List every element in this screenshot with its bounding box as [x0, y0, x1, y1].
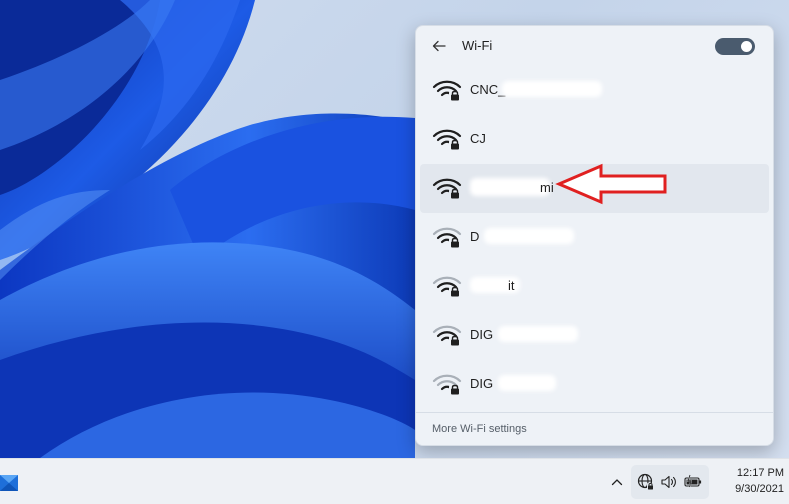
- speaker-volume-icon: [661, 475, 676, 489]
- globe-locked-icon: [638, 473, 655, 490]
- more-wifi-settings-link[interactable]: More Wi-Fi settings: [432, 423, 527, 435]
- clock-date: 9/30/2021: [735, 483, 784, 495]
- chevron-up-icon: [611, 479, 623, 486]
- wifi-secured-low-icon: [432, 374, 462, 395]
- network-item[interactable]: DIG: [420, 311, 769, 360]
- wifi-secured-full-icon: [432, 178, 462, 199]
- clock-time: 12:17 PM: [736, 467, 784, 479]
- redaction-mark: [498, 326, 578, 342]
- network-item[interactable]: CJ: [420, 115, 769, 164]
- wifi-secured-medium-icon: [432, 276, 462, 297]
- network-name: DIG: [470, 327, 494, 342]
- wifi-panel-title: Wi-Fi: [462, 38, 493, 53]
- toggle-knob: [741, 41, 752, 52]
- redaction-mark: [484, 228, 574, 244]
- wifi-flyout-panel: Wi-Fi CNC_ CJ mi D it DIG DIG More Wi-Fi…: [415, 25, 774, 446]
- network-name: D: [470, 229, 480, 244]
- annotation-arrow-left-icon: [555, 163, 667, 205]
- network-name: DIG: [470, 376, 494, 391]
- show-hidden-icons-button[interactable]: [609, 474, 625, 490]
- wifi-secured-medium-icon: [432, 227, 462, 248]
- battery-charging-icon: [684, 474, 701, 488]
- network-name: CJ: [470, 131, 486, 146]
- wifi-toggle-switch[interactable]: [715, 38, 755, 55]
- quick-settings-button[interactable]: [631, 465, 709, 499]
- taskbar: 12:17 PM 9/30/2021: [0, 458, 789, 504]
- redaction-mark: [470, 178, 550, 196]
- mail-app-icon[interactable]: [0, 469, 20, 495]
- redaction-mark: [498, 375, 556, 391]
- network-item[interactable]: DIG: [420, 360, 769, 409]
- redaction-mark: [502, 81, 602, 97]
- network-name: CNC_: [470, 82, 506, 97]
- network-name: it: [508, 278, 515, 293]
- wifi-secured-full-icon: [432, 129, 462, 150]
- network-list: CNC_ CJ mi D it DIG DIG: [416, 66, 773, 409]
- back-button[interactable]: [428, 36, 450, 56]
- wifi-secured-full-icon: [432, 80, 462, 101]
- wifi-secured-medium-icon: [432, 325, 462, 346]
- more-wifi-settings-footer: More Wi-Fi settings: [416, 412, 773, 445]
- wifi-flyout-header: Wi-Fi: [416, 26, 773, 66]
- network-item[interactable]: it: [420, 262, 769, 311]
- network-name: mi: [540, 180, 554, 195]
- network-item[interactable]: CNC_: [420, 66, 769, 115]
- arrow-left-icon: [432, 40, 446, 52]
- network-item[interactable]: D: [420, 213, 769, 262]
- taskbar-clock[interactable]: 12:17 PM 9/30/2021: [712, 465, 784, 499]
